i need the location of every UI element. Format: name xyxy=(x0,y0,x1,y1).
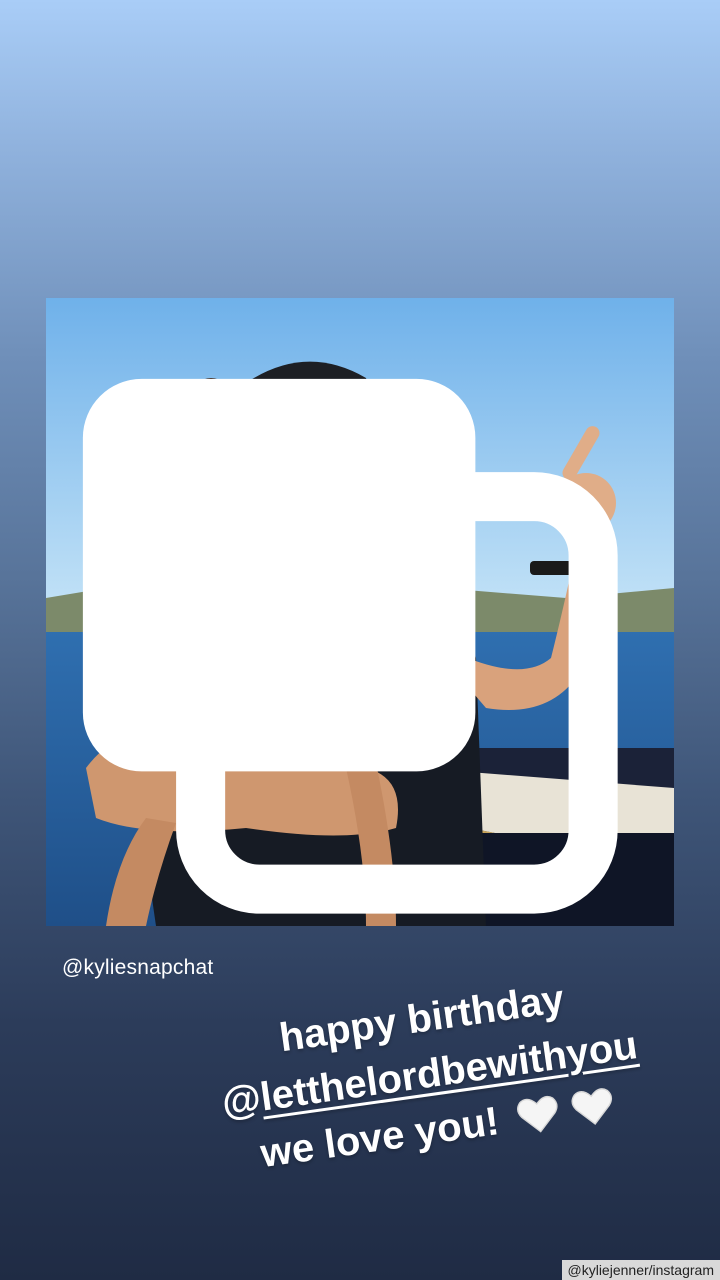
reshared-post-image[interactable] xyxy=(46,298,674,926)
heart-emoji-group xyxy=(513,1083,619,1152)
white-heart-icon xyxy=(571,1088,613,1125)
reshare-handle-tag[interactable]: @kyliesnapchat xyxy=(62,956,213,980)
white-heart-icon xyxy=(517,1095,558,1133)
carousel-icon xyxy=(82,378,618,914)
source-watermark: @kyliejenner/instagram xyxy=(561,1260,720,1280)
story-caption: happy birthday @letthelordbewithyou we l… xyxy=(180,957,680,1196)
